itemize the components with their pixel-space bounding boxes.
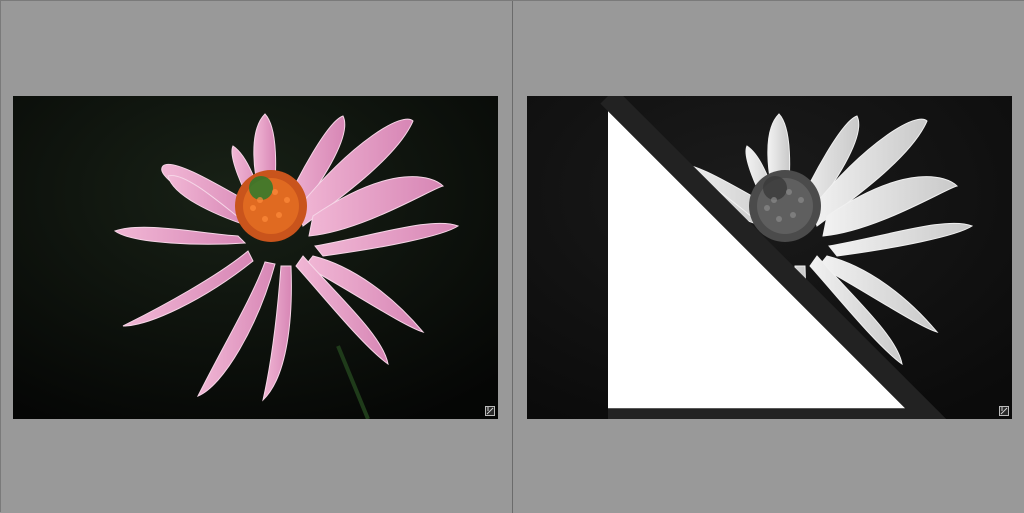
develop-adjustment-badge-icon [485,406,495,416]
compare-view [0,0,1024,513]
right-compare-pane[interactable] [513,1,1024,513]
right-photo[interactable] [527,96,1012,419]
develop-adjustment-badge-icon [999,406,1009,416]
corner-flag-icon[interactable] [527,96,1012,419]
pink-coneflower-photo [13,96,498,419]
left-compare-pane[interactable] [1,1,512,513]
left-photo[interactable] [13,96,498,419]
